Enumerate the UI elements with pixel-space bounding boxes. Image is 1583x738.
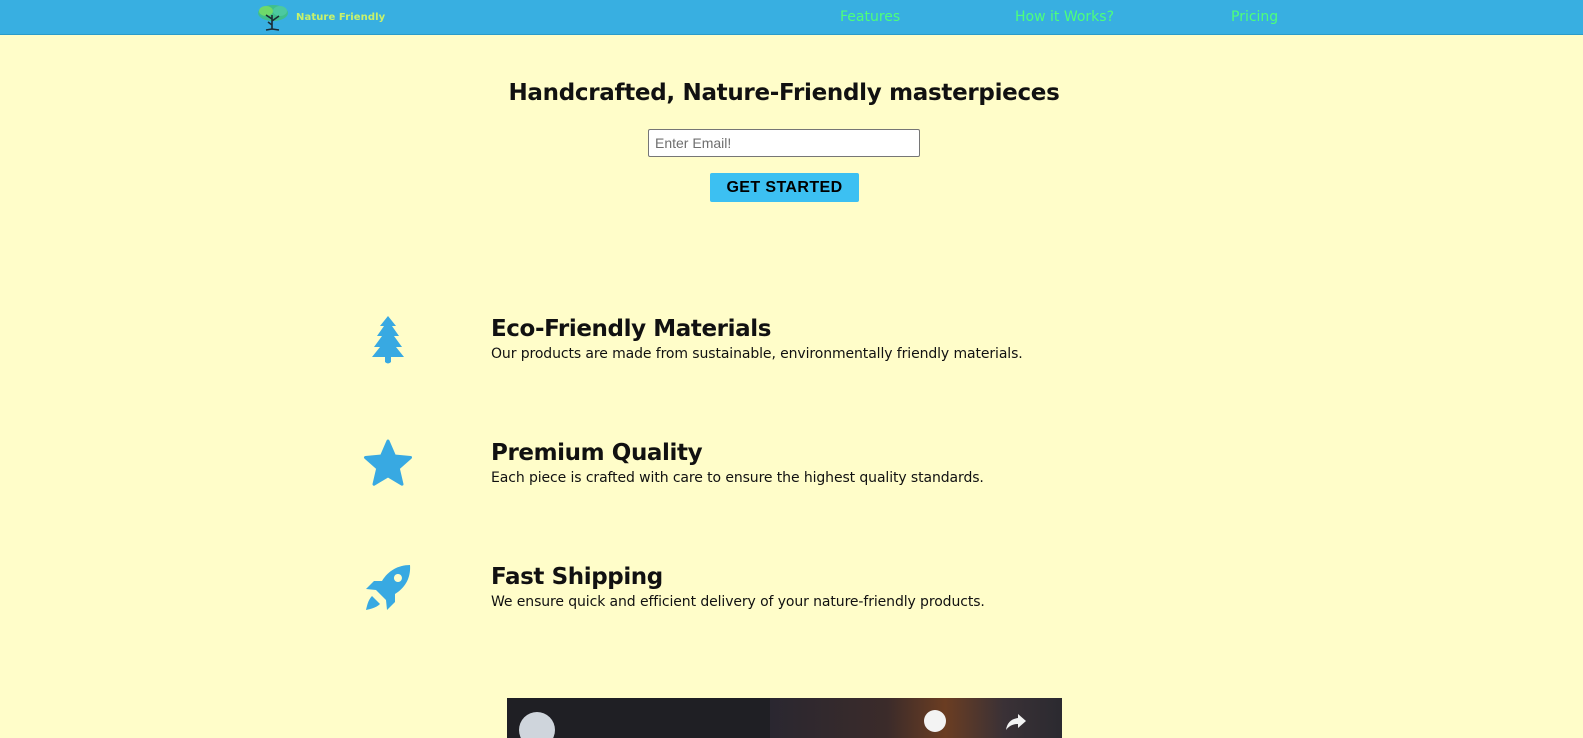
feature-title: Premium Quality	[491, 440, 703, 466]
nav-link-pricing[interactable]: Pricing	[1231, 9, 1278, 25]
tree-icon	[372, 316, 404, 364]
logo[interactable]: Nature Friendly	[256, 3, 385, 31]
tree-logo-icon	[258, 5, 288, 31]
feature-title: Fast Shipping	[491, 564, 663, 590]
star-icon	[364, 439, 412, 486]
feature-description: Each piece is crafted with care to ensur…	[491, 470, 984, 486]
feature-description: Our products are made from sustainable, …	[491, 346, 1023, 362]
feature-description: We ensure quick and efficient delivery o…	[491, 594, 985, 610]
hero-title: Handcrafted, Nature-Friendly masterpiece…	[508, 80, 1060, 106]
email-input[interactable]	[648, 129, 920, 157]
video-embed[interactable]	[507, 698, 1062, 738]
logo-text: Nature Friendly	[296, 11, 386, 23]
rocket-icon	[366, 565, 411, 610]
feature-title: Eco-Friendly Materials	[491, 316, 772, 342]
avatar[interactable]	[519, 712, 555, 738]
get-started-button[interactable]: GET STARTED	[710, 173, 859, 202]
top-navbar: Nature Friendly Features How it Works? P…	[0, 0, 1583, 35]
clock-icon[interactable]	[924, 710, 946, 732]
share-icon[interactable]	[1004, 710, 1028, 734]
nav-link-features[interactable]: Features	[840, 9, 900, 25]
nav-link-how-it-works[interactable]: How it Works?	[1015, 9, 1114, 25]
